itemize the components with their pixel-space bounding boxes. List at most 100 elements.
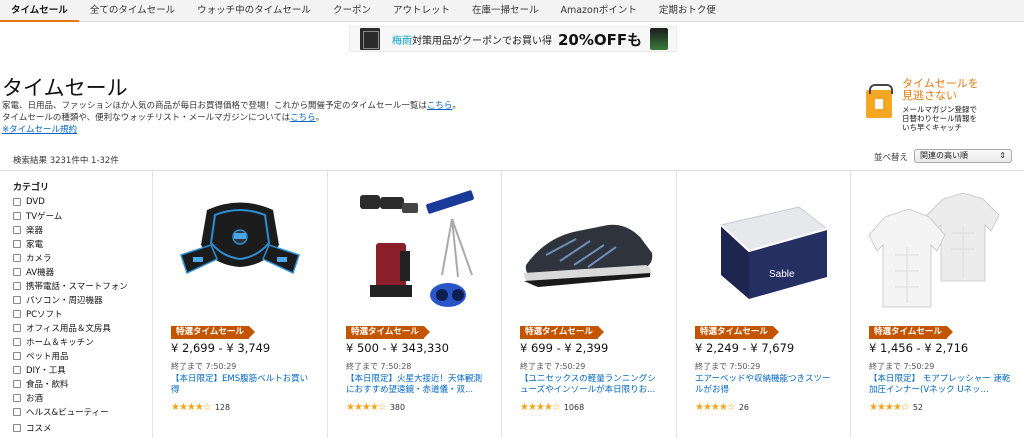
checkbox[interactable] — [13, 198, 21, 206]
nav-item-watched-deals[interactable]: ウォッチ中のタイムセール — [186, 0, 322, 22]
product-title-link[interactable]: 【本日限定】EMS腹筋ベルトお買い得 — [171, 374, 313, 396]
category-item[interactable]: オフィス用品＆文房具 — [13, 321, 111, 335]
watchlist-info-link[interactable]: こちら — [290, 113, 316, 123]
checkbox[interactable] — [13, 408, 21, 416]
checkbox[interactable] — [13, 394, 21, 402]
newsletter-promo[interactable]: タイムセールを 見逃さない メールマガジン登録で 日替わりセール情報を いち早くキャッ… — [866, 78, 1006, 134]
nav-item-all-deals[interactable]: 全てのタイムセール — [79, 0, 186, 22]
price-range: ¥ 500 - ¥ 343,330 — [346, 341, 449, 355]
promo-banner[interactable]: 梅雨対策用品がクーポンでお買い得 20%OFFも — [349, 26, 677, 52]
nav-item-coupons[interactable]: クーポン — [322, 0, 382, 22]
category-heading: カテゴリ — [13, 183, 50, 193]
checkbox[interactable] — [13, 324, 21, 332]
countdown: 終了まで 7:50:29 — [869, 362, 935, 371]
product-image-running-shoe[interactable] — [516, 185, 662, 321]
svg-text:Sable: Sable — [769, 269, 795, 280]
description-line-1: 家電、日用品、ファッションほか人気の商品が毎日お買得価格で登場！これから開催予定… — [2, 101, 461, 111]
rating[interactable]: ★★★★☆ 128 — [171, 402, 230, 413]
deal-badge: 特選タイムセール — [520, 326, 604, 339]
category-item[interactable]: ヘルス&ビューティー — [13, 405, 109, 419]
deal-badge: 特選タイムセール — [869, 326, 953, 339]
category-item[interactable]: パソコン・周辺機器 — [13, 293, 103, 307]
category-sidebar: カテゴリ DVD TVゲーム 楽器 家電 カメラ AV機器 携帯電話・スマートフ… — [0, 171, 152, 438]
price-range: ¥ 2,249 - ¥ 7,679 — [695, 341, 795, 355]
product-image-compression-shirt[interactable] — [865, 185, 1011, 321]
product-title-link[interactable]: 【ユニセックスの軽量ランニングシューズやインソールが本日限りお... — [520, 374, 662, 396]
category-item[interactable]: PCソフト — [13, 307, 63, 321]
rating[interactable]: ★★★★☆ 1068 — [520, 402, 584, 413]
terms-link[interactable]: ※タイムセール規約 — [2, 125, 77, 135]
nav-item-timesale[interactable]: タイムセール — [0, 0, 79, 22]
product-image-air-bed[interactable]: Sable — [691, 185, 837, 321]
category-item[interactable]: DIY・工具 — [13, 363, 66, 377]
dry-cabinet-icon — [360, 28, 380, 50]
category-item[interactable]: コスメ — [13, 421, 52, 435]
nav-item-clearance[interactable]: 在庫一掃セール — [461, 0, 550, 22]
nav-item-subscribe-save[interactable]: 定期おトク便 — [648, 0, 727, 22]
rating[interactable]: ★★★★☆ 26 — [695, 402, 749, 413]
product-image-telescopes[interactable] — [342, 185, 488, 321]
results-count: 検索結果 3231件中 1-32件 — [13, 156, 119, 166]
category-item[interactable]: ホーム＆キッチン — [13, 335, 94, 349]
star-rating-icon: ★★★★☆ — [520, 402, 561, 413]
category-item[interactable]: お酒 — [13, 391, 43, 405]
checkbox[interactable] — [13, 338, 21, 346]
rating[interactable]: ★★★★☆ 380 — [346, 402, 405, 413]
category-item[interactable]: AV機器 — [13, 265, 54, 279]
product-title-link[interactable]: エアーベッドや収納機能つきスツールがお得 — [695, 374, 837, 396]
product-card[interactable]: 特選タイムセール ¥ 2,699 - ¥ 3,749 終了まで 7:50:29 … — [153, 171, 327, 438]
product-card[interactable]: Sable 特選タイムセール ¥ 2,249 - ¥ 7,679 終了まで 7:… — [677, 171, 851, 438]
checkbox[interactable] — [13, 254, 21, 262]
sort-dropdown[interactable]: 関連の高い順 ⇕ — [914, 149, 1012, 163]
checkbox[interactable] — [13, 380, 21, 388]
review-count: 1068 — [563, 403, 585, 412]
checkbox[interactable] — [13, 268, 21, 276]
countdown: 終了まで 7:50:29 — [695, 362, 761, 371]
category-item[interactable]: 楽器 — [13, 223, 43, 237]
banner-text: 梅雨対策用品がクーポンでお買い得 — [392, 35, 552, 47]
review-count: 128 — [214, 403, 231, 412]
checkbox[interactable] — [13, 366, 21, 374]
promo-title: タイムセールを 見逃さない — [902, 77, 979, 102]
product-image-ems-belt[interactable] — [167, 185, 313, 321]
page-title: タイムセール — [2, 76, 128, 100]
category-item[interactable]: 家電 — [13, 237, 43, 251]
countdown: 終了まで 7:50:28 — [346, 362, 412, 371]
checkbox[interactable] — [13, 352, 21, 360]
price-range: ¥ 1,456 - ¥ 2,716 — [869, 341, 969, 355]
checkbox[interactable] — [13, 424, 21, 432]
category-item[interactable]: 携帯電話・スマートフォン — [13, 279, 128, 293]
checkbox[interactable] — [13, 240, 21, 248]
checkbox[interactable] — [13, 296, 21, 304]
rating[interactable]: ★★★★☆ 52 — [869, 402, 923, 413]
nav-item-outlet[interactable]: アウトレット — [382, 0, 461, 22]
checkbox[interactable] — [13, 212, 21, 220]
deal-badge: 特選タイムセール — [346, 326, 430, 339]
checkbox[interactable] — [13, 310, 21, 318]
countdown: 終了まで 7:50:29 — [171, 362, 237, 371]
top-nav: タイムセール 全てのタイムセール ウォッチ中のタイムセール クーポン アウトレッ… — [0, 0, 1024, 22]
product-card[interactable]: 特選タイムセール ¥ 1,456 - ¥ 2,716 終了まで 7:50:29 … — [851, 171, 1024, 438]
dropdown-caret-icon: ⇕ — [999, 151, 1006, 160]
banner-percent: 20%OFFも — [558, 30, 643, 49]
nav-item-amazon-points[interactable]: Amazonポイント — [549, 0, 647, 22]
checkbox[interactable] — [13, 226, 21, 234]
category-item[interactable]: 食品・飲料 — [13, 377, 69, 391]
price-range: ¥ 2,699 - ¥ 3,749 — [171, 341, 271, 355]
category-item[interactable]: ペット用品 — [13, 349, 69, 363]
deal-badge: 特選タイムセール — [171, 326, 255, 339]
product-title-link[interactable]: 【本日限定】 モアプレッシャー 速乾加圧インナー(Vネック Uネッ... — [869, 374, 1011, 396]
terms-line: ※タイムセール規約 — [2, 123, 77, 135]
product-card[interactable]: 特選タイムセール ¥ 699 - ¥ 2,399 終了まで 7:50:29 【ユ… — [502, 171, 676, 438]
category-item[interactable]: カメラ — [13, 251, 52, 265]
promo-subtitle: メールマガジン登録で 日替わりセール情報を いち早くキャッチ — [902, 105, 977, 132]
upcoming-deals-link[interactable]: こちら — [427, 101, 453, 111]
category-item[interactable]: TVゲーム — [13, 209, 62, 223]
product-card[interactable]: 特選タイムセール ¥ 500 - ¥ 343,330 終了まで 7:50:28 … — [328, 171, 502, 438]
product-title-link[interactable]: 【本日限定】火星大接近！天体観測におすすめ望遠鏡・赤道儀・双... — [346, 374, 488, 396]
star-rating-icon: ★★★★☆ — [171, 402, 212, 413]
description-line-2: タイムセールの種類や、便利なウォッチリスト・メールマガジンについてはこちら。 — [2, 113, 325, 123]
review-count: 26 — [738, 403, 750, 412]
category-item[interactable]: DVD — [13, 195, 45, 209]
checkbox[interactable] — [13, 282, 21, 290]
